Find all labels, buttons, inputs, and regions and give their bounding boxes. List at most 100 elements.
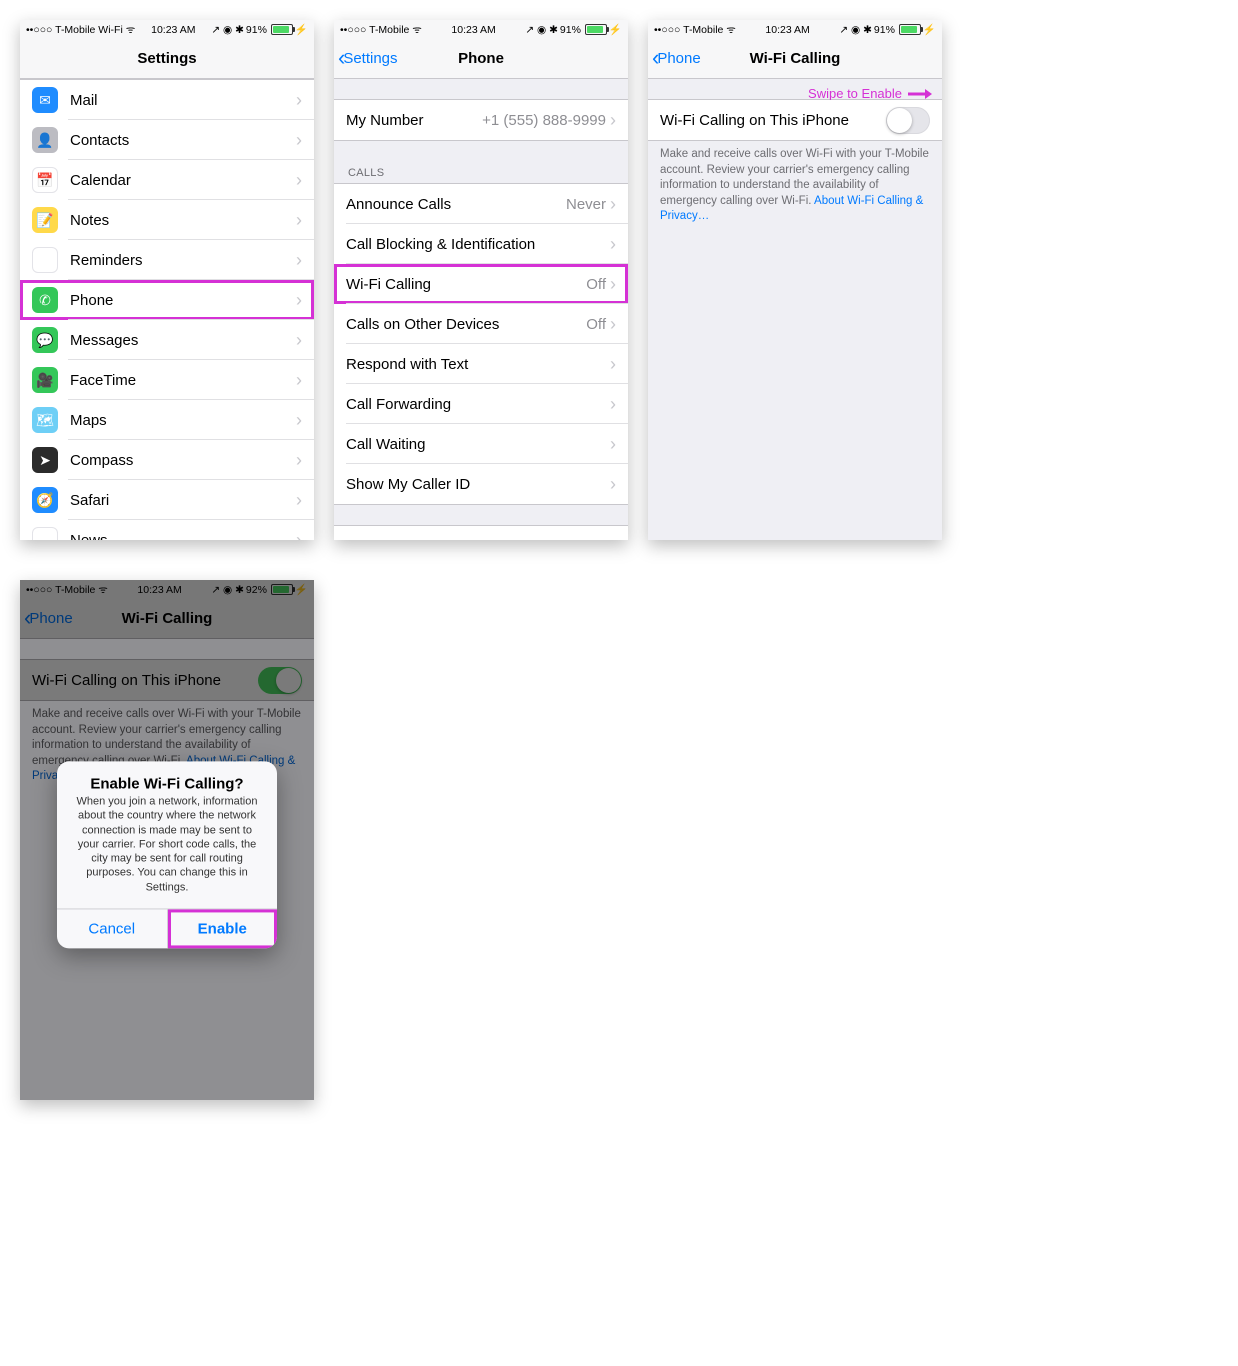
status-battery-pct: 91% xyxy=(874,24,895,36)
chevron-right-icon: › xyxy=(296,370,302,391)
arrow-right-icon xyxy=(908,89,932,99)
status-time: 10:23 AM xyxy=(151,24,195,36)
wifi-toggle-switch[interactable] xyxy=(886,107,930,134)
status-bar: ••○○○ T-Mobile Wi-Fi ᯤ 10:23 AM ↗ ◉ ✱ 91… xyxy=(20,20,314,38)
status-indicator-icons: ↗ ◉ ✱ xyxy=(211,24,244,36)
phone-row-calls-on-other-devices[interactable]: Calls on Other DevicesOff› xyxy=(334,304,628,344)
settings-row-calendar[interactable]: 📅 Calendar› xyxy=(20,160,314,200)
chevron-right-icon: › xyxy=(610,314,616,335)
phone-row-call-blocking-identification[interactable]: Call Blocking & Identification› xyxy=(334,224,628,264)
row-label: Maps xyxy=(70,412,296,429)
back-label: Settings xyxy=(343,50,397,67)
wifi-footer-note: Make and receive calls over Wi-Fi with y… xyxy=(648,141,942,231)
row-voicemail-password[interactable]: Change Voicemail Password xyxy=(334,526,628,540)
settings-row-notes[interactable]: 📝Notes› xyxy=(20,200,314,240)
my-number-label: My Number xyxy=(346,112,482,129)
alert-cancel-button[interactable]: Cancel xyxy=(57,910,168,949)
status-carrier: ••○○○ T-Mobile ᯤ xyxy=(340,23,422,37)
status-battery-pct: 91% xyxy=(560,24,581,36)
chevron-right-icon: › xyxy=(610,194,616,215)
phone-list[interactable]: My Number +1 (555) 888-9999 › CALLS Anno… xyxy=(334,79,628,540)
phone-row-call-forwarding[interactable]: Call Forwarding› xyxy=(334,384,628,424)
status-indicator-icons: ↗ ◉ ✱ xyxy=(839,24,872,36)
row-label: Calendar xyxy=(70,172,296,189)
wifi-content: Wi-Fi Calling on This iPhone Make and re… xyxy=(648,79,942,540)
navbar: ‹ Phone Wi-Fi Calling xyxy=(648,38,942,79)
row-label: Call Forwarding xyxy=(346,396,610,413)
status-right: ↗ ◉ ✱ 91% ⚡ xyxy=(211,23,308,36)
chevron-right-icon: › xyxy=(296,210,302,231)
settings-row-maps[interactable]: 🗺 Maps› xyxy=(20,400,314,440)
battery-icon xyxy=(271,24,293,35)
charging-icon: ⚡ xyxy=(295,23,308,36)
settings-row-news[interactable]: NNews› xyxy=(20,520,314,540)
alert-enable-button[interactable]: Enable xyxy=(168,910,278,949)
reminders-icon: ☑ xyxy=(32,247,58,273)
row-label: Call Waiting xyxy=(346,436,610,453)
phone-row-show-my-caller-id[interactable]: Show My Caller ID› xyxy=(334,464,628,504)
status-bar: ••○○○ T-Mobile ᯤ 10:23 AM ↗ ◉ ✱ 91% ⚡ xyxy=(334,20,628,38)
row-label: Phone xyxy=(70,292,296,309)
facetime-icon: 🎥 xyxy=(32,367,58,393)
settings-row-contacts[interactable]: 👤Contacts› xyxy=(20,120,314,160)
status-right: ↗ ◉ ✱ 91% ⚡ xyxy=(525,23,622,36)
alert-title: Enable Wi-Fi Calling? xyxy=(57,761,277,794)
row-value: Never xyxy=(566,196,606,213)
wifi-toggle-label: Wi-Fi Calling on This iPhone xyxy=(660,112,886,129)
navbar: ‹ Settings Phone xyxy=(334,38,628,79)
charging-icon: ⚡ xyxy=(923,23,936,36)
chevron-right-icon: › xyxy=(296,410,302,431)
news-icon: N xyxy=(32,527,58,540)
settings-row-messages[interactable]: 💬Messages› xyxy=(20,320,314,360)
chevron-right-icon: › xyxy=(296,530,302,541)
settings-row-safari[interactable]: 🧭Safari› xyxy=(20,480,314,520)
settings-row-facetime[interactable]: 🎥 FaceTime› xyxy=(20,360,314,400)
status-time: 10:23 AM xyxy=(451,24,495,36)
phone-row-respond-with-text[interactable]: Respond with Text› xyxy=(334,344,628,384)
screen-phone: ••○○○ T-Mobile ᯤ 10:23 AM ↗ ◉ ✱ 91% ⚡ ‹ … xyxy=(334,20,628,540)
back-label: Phone xyxy=(657,50,700,67)
phone-row-wi-fi-calling[interactable]: Wi-Fi CallingOff› xyxy=(334,264,628,304)
screen-wifi-calling-alert: ••○○○ T-Mobile ᯤ 10:23 AM ↗ ◉ ✱ 92% ⚡ ‹ … xyxy=(20,580,314,1100)
maps-icon: 🗺 xyxy=(32,407,58,433)
row-wifi-toggle[interactable]: Wi-Fi Calling on This iPhone xyxy=(648,100,942,140)
status-right: ↗ ◉ ✱ 91% ⚡ xyxy=(839,23,936,36)
screen-settings: ••○○○ T-Mobile Wi-Fi ᯤ 10:23 AM ↗ ◉ ✱ 91… xyxy=(20,20,314,540)
chevron-right-icon: › xyxy=(296,290,302,311)
row-label: Wi-Fi Calling xyxy=(346,276,586,293)
page-title: Settings xyxy=(137,50,196,67)
page-title: Phone xyxy=(458,50,504,67)
row-label: FaceTime xyxy=(70,372,296,389)
notes-icon: 📝 xyxy=(32,207,58,233)
calendar-icon: 📅 xyxy=(32,167,58,193)
settings-row-mail[interactable]: ✉Mail› xyxy=(20,80,314,120)
safari-icon: 🧭 xyxy=(32,487,58,513)
chevron-right-icon: › xyxy=(610,234,616,255)
row-label: Compass xyxy=(70,452,296,469)
settings-row-reminders[interactable]: ☑Reminders› xyxy=(20,240,314,280)
alert-enable-wifi-calling: Enable Wi-Fi Calling? When you join a ne… xyxy=(57,761,277,948)
phone-row-announce-calls[interactable]: Announce CallsNever› xyxy=(334,184,628,224)
messages-icon: 💬 xyxy=(32,327,58,353)
alert-message: When you join a network, information abo… xyxy=(57,794,277,908)
settings-list[interactable]: ✉Mail›👤Contacts›📅Calendar›📝Notes›☑Remind… xyxy=(20,79,314,540)
row-label: Safari xyxy=(70,492,296,509)
chevron-right-icon: › xyxy=(610,474,616,495)
back-button[interactable]: ‹ Phone xyxy=(652,38,701,78)
back-button[interactable]: ‹ Settings xyxy=(338,38,398,78)
battery-icon xyxy=(585,24,607,35)
chevron-right-icon: › xyxy=(296,130,302,151)
chevron-right-icon: › xyxy=(296,170,302,191)
page-title: Wi-Fi Calling xyxy=(750,50,841,67)
row-label: Reminders xyxy=(70,252,296,269)
chevron-right-icon: › xyxy=(610,110,616,131)
row-my-number[interactable]: My Number +1 (555) 888-9999 › xyxy=(334,100,628,140)
row-label: Show My Caller ID xyxy=(346,476,610,493)
settings-row-phone[interactable]: ✆Phone› xyxy=(20,280,314,320)
my-number-value: +1 (555) 888-9999 xyxy=(482,112,606,129)
swipe-hint-label: Swipe to Enable xyxy=(808,86,902,101)
row-label: Contacts xyxy=(70,132,296,149)
phone-row-call-waiting[interactable]: Call Waiting› xyxy=(334,424,628,464)
row-label: Messages xyxy=(70,332,296,349)
settings-row-compass[interactable]: ➤Compass› xyxy=(20,440,314,480)
